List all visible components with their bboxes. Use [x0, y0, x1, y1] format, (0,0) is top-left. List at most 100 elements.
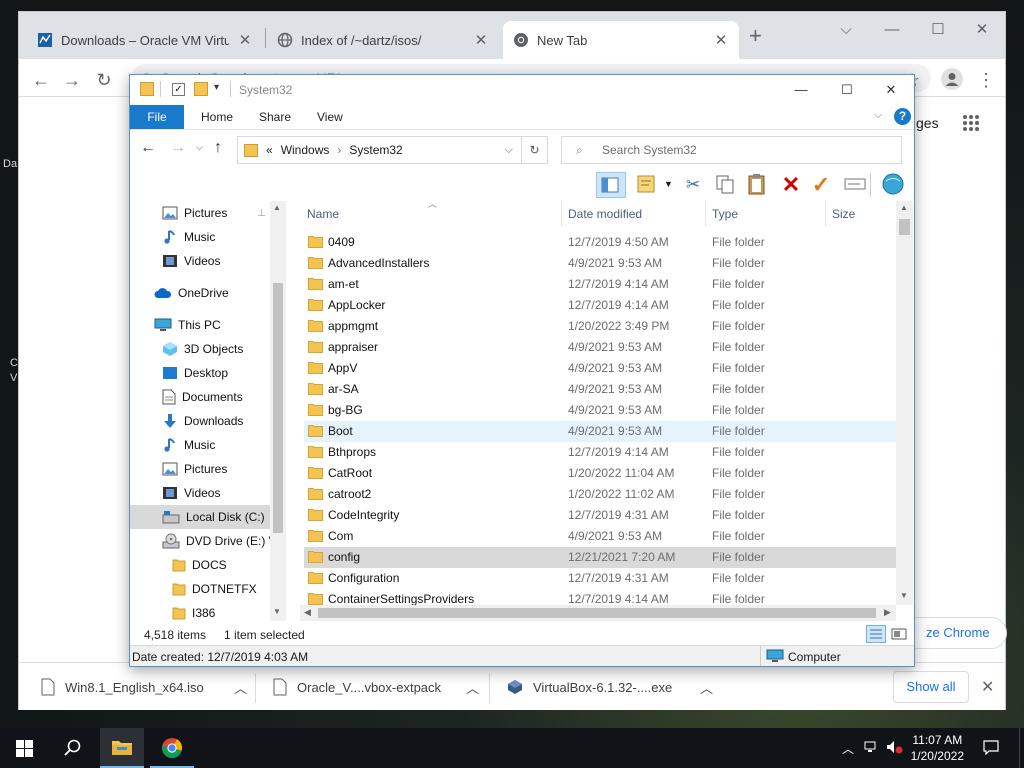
new-folder-icon[interactable] [194, 82, 208, 96]
close-icon[interactable]: ✕ [713, 31, 729, 49]
table-row[interactable]: config 12/21/2021 7:20 AM File folder [304, 547, 896, 568]
table-row[interactable]: ar-SA 4/9/2021 9:53 AM File folder [304, 379, 896, 400]
show-all-button[interactable]: Show all [893, 671, 969, 703]
table-row[interactable]: AppLocker 12/7/2019 4:14 AM File folder [304, 295, 896, 316]
properties-check-icon[interactable]: ✓ [172, 83, 185, 96]
sidebar-item-this-pc[interactable]: This PC [130, 313, 270, 337]
images-link[interactable]: ges [916, 115, 939, 131]
sidebar-item-i386[interactable]: I386 [130, 601, 270, 625]
tab-view[interactable]: View [303, 105, 357, 129]
sidebar-item-dvd-drive-e-vx[interactable]: DVD Drive (E:) VX [130, 529, 270, 553]
customize-chrome-button[interactable]: ze Chrome [899, 617, 1007, 649]
tray-chevron-up-icon[interactable]: ︿ [842, 740, 854, 757]
tab-index-isos[interactable]: Index of /~dartz/isos/ ✕ [267, 21, 499, 59]
back-arrow-icon[interactable]: ← [30, 71, 52, 89]
copy-icon[interactable] [712, 172, 738, 198]
close-icon[interactable]: ✕ [473, 31, 489, 49]
maximize-icon[interactable]: ☐ [915, 16, 961, 44]
maximize-icon[interactable]: ☐ [824, 75, 870, 105]
start-windows-icon[interactable] [16, 740, 33, 757]
forward-arrow-icon[interactable]: → [170, 139, 186, 157]
table-row[interactable]: catroot2 1/20/2022 11:02 AM File folder [304, 484, 896, 505]
column-size[interactable]: Size [832, 207, 855, 221]
scroll-thumb[interactable] [273, 283, 283, 533]
table-row[interactable]: appmgmt 1/20/2022 3:49 PM File folder [304, 316, 896, 337]
table-row[interactable]: 0409 12/7/2019 4:50 AM File folder [304, 232, 896, 253]
sidebar-item-pictures[interactable]: Pictures ⊥ [130, 201, 270, 225]
download-item[interactable]: VirtualBox-6.1.32-....exe ︿ [497, 671, 723, 703]
confirm-check-icon[interactable]: ✓ [808, 172, 834, 198]
desktop-icon-label[interactable]: V [10, 372, 17, 384]
sidebar-item-desktop[interactable]: Desktop [130, 361, 270, 385]
show-desktop-button[interactable] [1019, 728, 1024, 768]
paste-icon[interactable] [744, 172, 770, 198]
reload-icon[interactable]: ↻ [93, 71, 115, 89]
tab-file[interactable]: File [130, 105, 184, 129]
table-row[interactable]: AppV 4/9/2021 9:53 AM File folder [304, 358, 896, 379]
scroll-thumb[interactable] [318, 608, 876, 618]
dropdown-arrow-icon[interactable]: ▼ [664, 179, 673, 189]
nav-scrollbar[interactable]: ▲ ▼ [270, 201, 286, 621]
minimize-icon[interactable]: — [869, 16, 915, 44]
chevron-up-icon[interactable]: ︿ [466, 678, 479, 697]
notifications-icon[interactable] [983, 740, 999, 755]
scroll-left-icon[interactable]: ◀ [304, 607, 311, 618]
sidebar-item-downloads[interactable]: Downloads [130, 409, 270, 433]
scroll-right-icon[interactable]: ▶ [884, 607, 891, 618]
chevron-right-icon[interactable]: › [337, 143, 341, 157]
scroll-down-icon[interactable]: ▼ [273, 607, 281, 616]
profile-avatar-icon[interactable] [941, 68, 963, 90]
table-row[interactable]: CatRoot 1/20/2022 11:04 AM File folder [304, 463, 896, 484]
close-icon[interactable]: ✕ [237, 31, 253, 49]
scroll-up-icon[interactable]: ▲ [900, 203, 908, 212]
sidebar-item-pictures[interactable]: Pictures [130, 457, 270, 481]
address-dropdown-icon[interactable]: ⌵ [505, 144, 513, 157]
address-bar[interactable]: « Windows › System32 ⌵ [237, 136, 522, 164]
customize-qat-icon[interactable]: ▾ [214, 82, 219, 93]
table-row[interactable]: am-et 12/7/2019 4:14 AM File folder [304, 274, 896, 295]
large-icons-view-icon[interactable] [890, 626, 908, 642]
download-item[interactable]: Win8.1_English_x64.iso ︿ [31, 671, 257, 703]
details-view-icon[interactable] [866, 625, 886, 643]
column-name[interactable]: Name [307, 207, 339, 221]
table-row[interactable]: Configuration 12/7/2019 4:31 AM File folde… [304, 568, 896, 589]
tab-search-chevron-icon[interactable]: ⌵ [823, 16, 869, 44]
divider[interactable] [561, 201, 562, 227]
refresh-icon[interactable]: ↻ [522, 136, 548, 164]
tab-home[interactable]: Home [187, 105, 247, 129]
table-row[interactable]: AdvancedInstallers 4/9/2021 9:53 AM File f… [304, 253, 896, 274]
network-icon[interactable] [864, 740, 880, 754]
chevron-up-icon[interactable]: ︿ [234, 678, 247, 697]
close-window-icon[interactable]: ✕ [868, 75, 914, 105]
column-type[interactable]: Type [712, 207, 738, 221]
clock[interactable]: 11:07 AM 1/20/2022 [911, 732, 964, 764]
help-icon[interactable]: ? [894, 108, 911, 125]
sidebar-item-videos[interactable]: Videos [130, 249, 270, 273]
search-icon[interactable] [62, 738, 82, 758]
sidebar-item-docs[interactable]: DOCS [130, 553, 270, 577]
sidebar-item-onedrive[interactable]: OneDrive [130, 281, 270, 305]
desktop-icon-label[interactable]: Da [3, 158, 17, 170]
google-apps-icon[interactable] [962, 114, 980, 132]
recent-locations-icon[interactable]: ⌵ [196, 142, 203, 153]
up-arrow-icon[interactable]: ↑ [214, 139, 222, 157]
sidebar-item-3d-objects[interactable]: 3D Objects [130, 337, 270, 361]
search-input[interactable]: ⌕ Search System32 [561, 136, 902, 164]
back-arrow-icon[interactable]: ← [140, 139, 156, 157]
sidebar-item-music[interactable]: Music [130, 225, 270, 249]
chrome-taskbar-button[interactable] [150, 728, 194, 768]
minimize-icon[interactable]: — [778, 75, 824, 105]
close-shelf-icon[interactable]: ✕ [981, 677, 994, 697]
sidebar-item-videos[interactable]: Videos [130, 481, 270, 505]
scroll-up-icon[interactable]: ▲ [273, 203, 281, 212]
cut-icon[interactable]: ✂ [680, 172, 706, 198]
table-row[interactable]: CodeIntegrity 12/7/2019 4:31 AM File folde… [304, 505, 896, 526]
table-row[interactable]: Boot 4/9/2021 9:53 AM File folder [304, 421, 896, 442]
volume-muted-icon[interactable] [886, 740, 904, 754]
scroll-down-icon[interactable]: ▼ [900, 591, 908, 600]
scroll-thumb[interactable] [899, 219, 910, 235]
forward-arrow-icon[interactable]: → [61, 71, 83, 89]
desktop-icon-label[interactable]: C [10, 357, 18, 369]
delete-icon[interactable]: ✕ [778, 172, 804, 198]
network-globe-icon[interactable] [880, 172, 906, 198]
